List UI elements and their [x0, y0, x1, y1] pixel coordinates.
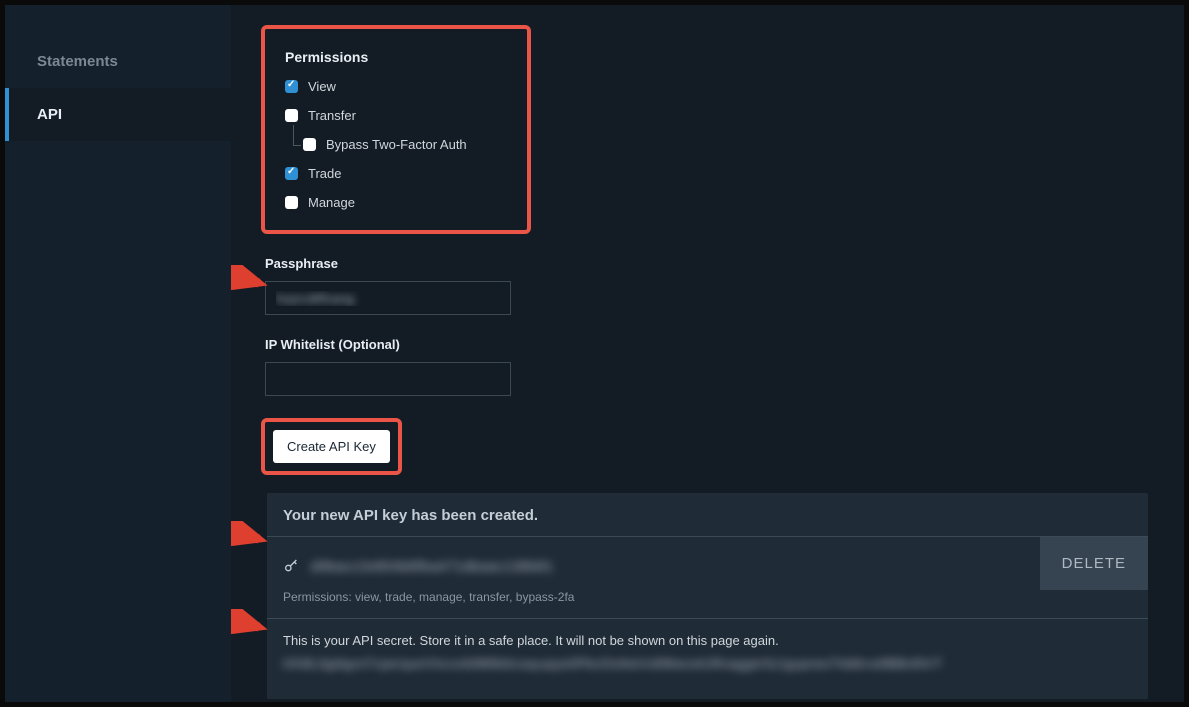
permission-row-trade[interactable]: Trade	[285, 166, 507, 181]
api-key-value: d9bacc2e804b8fba471dbaac138b81	[311, 558, 553, 574]
result-heading: Your new API key has been created.	[267, 493, 1148, 537]
api-key-row: d9bacc2e804b8fba471dbaac138b81 DELETE	[267, 537, 1148, 590]
passphrase-group: Passphrase	[265, 256, 1184, 315]
permission-label: Transfer	[308, 108, 356, 123]
permissions-panel: Permissions View Transfer Bypass Two-Fac…	[261, 25, 531, 234]
main-content: Permissions View Transfer Bypass Two-Fac…	[231, 5, 1184, 702]
permission-label: Manage	[308, 195, 355, 210]
permission-label: Trade	[308, 166, 341, 181]
permission-row-manage[interactable]: Manage	[285, 195, 507, 210]
checkbox-bypass-2fa[interactable]	[303, 138, 316, 151]
ip-whitelist-input[interactable]	[265, 362, 511, 396]
permission-row-bypass-2fa[interactable]: Bypass Two-Factor Auth	[303, 137, 507, 152]
checkbox-manage[interactable]	[285, 196, 298, 209]
sidebar-item-label: API	[37, 106, 62, 123]
key-icon	[283, 558, 299, 574]
sidebar-item-label: Statements	[37, 53, 118, 70]
api-secret-block: This is your API secret. Store it in a s…	[267, 619, 1148, 699]
sidebar-item-statements[interactable]: Statements	[5, 35, 231, 88]
checkbox-trade[interactable]	[285, 167, 298, 180]
checkbox-view[interactable]	[285, 80, 298, 93]
secret-message: This is your API secret. Store it in a s…	[283, 633, 1132, 648]
result-permissions-line: Permissions: view, trade, manage, transf…	[267, 590, 1148, 619]
sidebar-item-api[interactable]: API	[5, 88, 231, 141]
ip-whitelist-label: IP Whitelist (Optional)	[265, 337, 1184, 352]
create-api-key-button[interactable]: Create API Key	[273, 430, 390, 463]
permission-label: View	[308, 79, 336, 94]
permission-row-transfer[interactable]: Transfer	[285, 108, 507, 123]
permission-row-view[interactable]: View	[285, 79, 507, 94]
delete-button[interactable]: DELETE	[1040, 537, 1148, 590]
passphrase-input[interactable]	[265, 281, 511, 315]
api-key-result-panel: Your new API key has been created. d9bac…	[267, 493, 1148, 699]
annotation-arrow-icon	[231, 609, 271, 645]
api-secret-value: tXh8L0gdigxrt7cperqueVIncxvb9Mlkblcoayup…	[283, 656, 1132, 671]
ip-whitelist-group: IP Whitelist (Optional)	[265, 337, 1184, 396]
create-button-highlight: Create API Key	[261, 418, 402, 475]
passphrase-label: Passphrase	[265, 256, 1184, 271]
annotation-arrow-icon	[231, 521, 271, 557]
checkbox-transfer[interactable]	[285, 109, 298, 122]
sidebar: Statements API	[5, 5, 231, 702]
permissions-title: Permissions	[285, 49, 507, 65]
permission-label: Bypass Two-Factor Auth	[326, 137, 467, 152]
